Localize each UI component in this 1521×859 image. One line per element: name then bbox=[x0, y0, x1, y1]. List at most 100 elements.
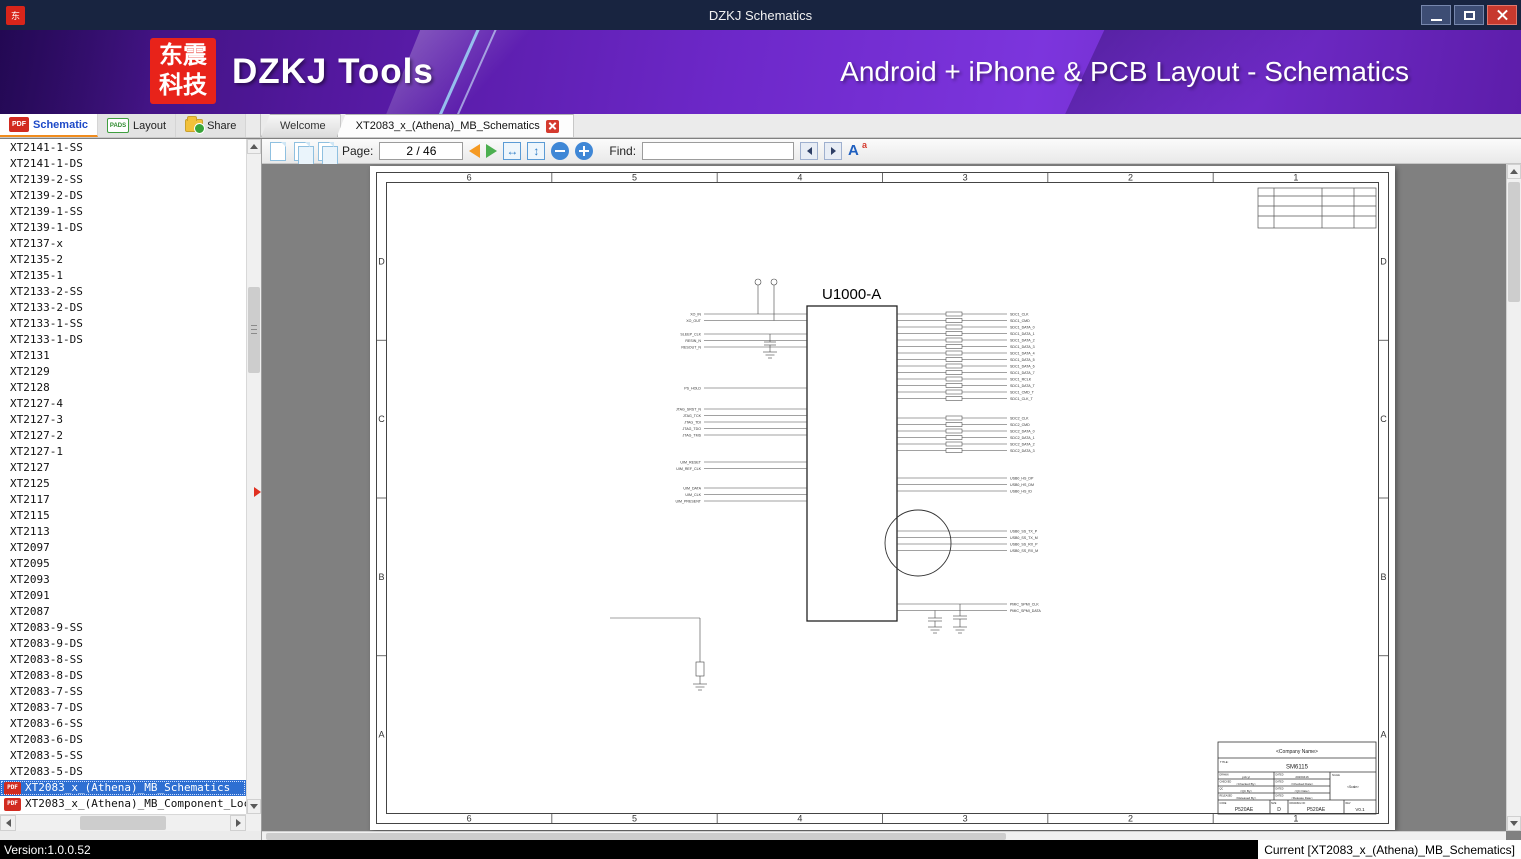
sidebar-item[interactable]: XT2113 bbox=[0, 524, 246, 540]
sidebar-item[interactable]: XT2093 bbox=[0, 572, 246, 588]
scroll-down-button[interactable] bbox=[1507, 816, 1521, 831]
sidebar-item[interactable]: XT2141-1-SS bbox=[0, 140, 246, 156]
sidebar-vertical-scrollbar[interactable] bbox=[246, 139, 261, 814]
sidebar-item[interactable]: XT2133-2-DS bbox=[0, 300, 246, 316]
sidebar-item[interactable]: XT2127-3 bbox=[0, 412, 246, 428]
scroll-up-button[interactable] bbox=[247, 139, 261, 154]
sidebar-item[interactable]: XT2141-1-DS bbox=[0, 156, 246, 172]
sidebar-item[interactable]: XT2133-1-SS bbox=[0, 316, 246, 332]
sidebar-item[interactable]: XT2087 bbox=[0, 604, 246, 620]
sidebar-item[interactable]: XT2083-5-SS bbox=[0, 748, 246, 764]
viewer-vertical-scrollbar[interactable] bbox=[1506, 164, 1521, 831]
viewer-horizontal-scrollbar[interactable] bbox=[262, 831, 1506, 840]
sidebar-item[interactable]: XT2139-1-SS bbox=[0, 204, 246, 220]
match-case-button[interactable]: A a bbox=[848, 140, 868, 160]
svg-text:DRAWING NO: DRAWING NO bbox=[1290, 802, 1306, 805]
find-input[interactable] bbox=[642, 142, 795, 160]
sidebar-horizontal-scrollbar[interactable] bbox=[0, 814, 246, 831]
scroll-left-button[interactable] bbox=[0, 815, 16, 831]
sidebar-item[interactable]: XT2131 bbox=[0, 348, 246, 364]
continuous-pages-icon[interactable] bbox=[318, 141, 338, 165]
scroll-right-button[interactable] bbox=[230, 815, 246, 831]
tab-label: Share bbox=[207, 119, 237, 132]
svg-text:4: 4 bbox=[797, 173, 802, 183]
sidebar-item-pdf[interactable]: PDF XT2083_x_(Athena)_MB_Schematics bbox=[0, 780, 246, 796]
svg-text:B: B bbox=[378, 572, 384, 582]
sidebar-item[interactable]: XT2083-7-SS bbox=[0, 684, 246, 700]
sidebar-item[interactable]: XT2133-2-SS bbox=[0, 284, 246, 300]
svg-text:SDC1_DATA_T: SDC1_DATA_T bbox=[1010, 384, 1036, 388]
sidebar-item[interactable]: XT2127 bbox=[0, 460, 246, 476]
minimize-button[interactable] bbox=[1421, 5, 1451, 25]
sidebar-item[interactable]: XT2083-9-DS bbox=[0, 636, 246, 652]
close-button[interactable] bbox=[1487, 5, 1517, 25]
sidebar-item[interactable]: XT2083-8-DS bbox=[0, 668, 246, 684]
schematic-viewer[interactable]: 6 6 5 5 4 4 3 3 2 2 1 1 D D C C B B A A U1000-A XO_IN XO_OUT… bbox=[262, 164, 1506, 831]
sidebar-item[interactable]: XT2083-6-DS bbox=[0, 732, 246, 748]
svg-text:6: 6 bbox=[467, 173, 472, 183]
sidebar-item[interactable]: XT2127-4 bbox=[0, 396, 246, 412]
sidebar-item[interactable]: XT2129 bbox=[0, 364, 246, 380]
fit-width-button[interactable]: ↔ bbox=[503, 142, 522, 160]
scrollbar-thumb[interactable] bbox=[266, 833, 1006, 840]
sidebar-list: XT2141-1-SS XT2141-1-DS XT2139-2-SS XT2139-… bbox=[0, 139, 246, 814]
scrollbar-thumb[interactable] bbox=[248, 287, 260, 373]
letter-a-icon: a bbox=[862, 140, 868, 150]
sidebar-item[interactable]: XT2091 bbox=[0, 588, 246, 604]
maximize-button[interactable] bbox=[1454, 5, 1484, 25]
next-page-button[interactable] bbox=[486, 144, 498, 158]
find-previous-button[interactable] bbox=[800, 142, 819, 160]
svg-text:SDC2_DATA_3: SDC2_DATA_3 bbox=[1010, 449, 1035, 453]
sidebar-item[interactable]: XT2127-2 bbox=[0, 428, 246, 444]
previous-page-button[interactable] bbox=[469, 144, 481, 158]
sidebar-item[interactable]: XT2128 bbox=[0, 380, 246, 396]
sidebar-item[interactable]: XT2083-8-SS bbox=[0, 652, 246, 668]
sidebar-item[interactable]: XT2083-7-DS bbox=[0, 700, 246, 716]
scroll-down-button[interactable] bbox=[247, 799, 261, 814]
sidebar-item[interactable]: XT2083-6-SS bbox=[0, 716, 246, 732]
tab-schematic[interactable]: PDF Schematic bbox=[0, 114, 99, 137]
sidebar-item[interactable]: XT2133-1-DS bbox=[0, 332, 246, 348]
sidebar-item[interactable]: XT2125 bbox=[0, 476, 246, 492]
qc-by: <QC By> bbox=[1240, 789, 1253, 793]
sidebar-item-pdf[interactable]: PDF XT2083_x_(Athena)_MB_Component_Loc bbox=[0, 796, 246, 812]
tab-layout[interactable]: PADS Layout bbox=[98, 114, 177, 137]
sidebar-item[interactable]: XT2095 bbox=[0, 556, 246, 572]
schematic-page[interactable]: 6 6 5 5 4 4 3 3 2 2 1 1 D D C C B B A A U1000-A XO_IN XO_OUT… bbox=[370, 166, 1395, 830]
svg-text:UIM_DATA: UIM_DATA bbox=[683, 486, 701, 490]
svg-text:JTAG_TCK: JTAG_TCK bbox=[683, 414, 702, 418]
tab-current-document[interactable]: XT2083_x_(Athena)_MB_Schematics bbox=[336, 114, 574, 137]
facing-pages-icon[interactable] bbox=[294, 141, 314, 165]
single-page-icon[interactable] bbox=[270, 141, 286, 161]
svg-text:D: D bbox=[1380, 256, 1387, 266]
sidebar-item[interactable]: XT2115 bbox=[0, 508, 246, 524]
sidebar-item[interactable]: XT2097 bbox=[0, 540, 246, 556]
sidebar-item[interactable]: XT2127-1 bbox=[0, 444, 246, 460]
sidebar-item[interactable]: XT2083-9-SS bbox=[0, 620, 246, 636]
sidebar-item[interactable]: XT2139-2-SS bbox=[0, 172, 246, 188]
checked-by: <Checked By> bbox=[1236, 782, 1256, 786]
tab-label: XT2083_x_(Athena)_MB_Schematics bbox=[355, 120, 540, 132]
scrollbar-thumb[interactable] bbox=[1508, 182, 1520, 302]
tab-welcome[interactable]: Welcome bbox=[261, 114, 341, 137]
sidebar-item[interactable]: XT2083-5-DS bbox=[0, 764, 246, 780]
splitter-collapse-arrow[interactable] bbox=[254, 487, 261, 497]
svg-text:UIM_REF_CLK: UIM_REF_CLK bbox=[676, 467, 701, 471]
tab-share[interactable]: Share bbox=[176, 114, 247, 137]
sidebar-item[interactable]: XT2135-2 bbox=[0, 252, 246, 268]
sidebar-item[interactable]: XT2137-x bbox=[0, 236, 246, 252]
svg-text:2: 2 bbox=[1128, 814, 1133, 824]
sidebar-item[interactable]: XT2139-2-DS bbox=[0, 188, 246, 204]
sidebar-item[interactable]: XT2135-1 bbox=[0, 268, 246, 284]
zoom-in-button[interactable] bbox=[575, 142, 594, 160]
tab-close-icon[interactable] bbox=[545, 119, 559, 133]
zoom-out-button[interactable] bbox=[551, 142, 570, 160]
svg-text:B: B bbox=[1380, 572, 1386, 582]
page-number-input[interactable] bbox=[379, 142, 464, 160]
sidebar-item[interactable]: XT2117 bbox=[0, 492, 246, 508]
find-next-button[interactable] bbox=[824, 142, 843, 160]
scroll-up-button[interactable] bbox=[1507, 164, 1521, 179]
scrollbar-thumb[interactable] bbox=[80, 816, 166, 830]
fit-page-button[interactable]: ↕ bbox=[527, 142, 546, 160]
sidebar-item[interactable]: XT2139-1-DS bbox=[0, 220, 246, 236]
